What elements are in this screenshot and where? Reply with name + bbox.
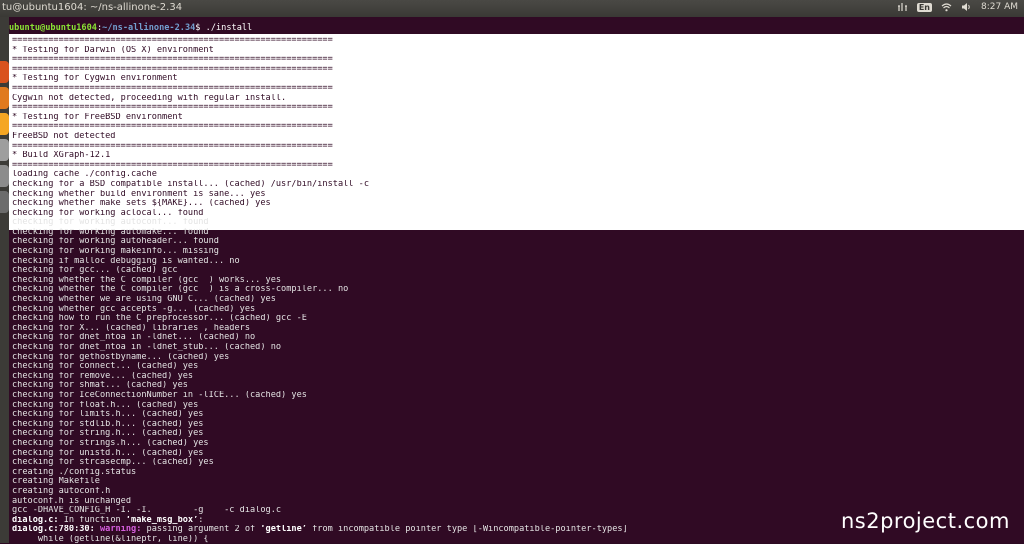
terminal-line: autoconf.h is unchanged: [12, 496, 131, 506]
terminal-line: checking for gcc... (cached) gcc: [12, 266, 178, 276]
terminal-line: * Testing for Darwin (OS X) environment: [12, 45, 214, 55]
terminal-line: checking for float.h... (cached) yes: [12, 400, 199, 410]
terminal-line: checking for a BSD compatible install...…: [12, 179, 369, 189]
terminal-line: checking for strings.h... (cached) yes: [12, 438, 209, 448]
prompt-path: ~/ns-allinone-2.34: [102, 23, 196, 33]
network-icon[interactable]: [897, 2, 908, 12]
warning-location: dialog.c:780:30:: [12, 525, 95, 535]
terminal-line: ========================================…: [12, 122, 333, 132]
terminal-line: * Testing for Cygwin environment: [12, 74, 178, 84]
diag-file: dialog.c:: [12, 515, 59, 525]
terminal-line: checking for X... (cached) libraries , h…: [12, 323, 250, 333]
top-panel: tu@ubuntu1604: ~/ns-allinone-2.34 En 8:2…: [0, 0, 1024, 17]
warning-text: passing argument 2 of: [141, 525, 261, 535]
shell-prompt: ubuntu@ubuntu1604:~/ns-allinone-2.34$ ./…: [9, 22, 252, 34]
terminal-line: ========================================…: [12, 36, 333, 45]
terminal-line: checking for working makeinfo... missing: [12, 247, 219, 257]
terminal-line: ========================================…: [12, 64, 333, 74]
launcher-app-icon[interactable]: [0, 113, 9, 135]
launcher-app-icon[interactable]: [0, 165, 9, 187]
launcher-app-icon[interactable]: [0, 139, 9, 161]
terminal-line: checking for working automake... found: [12, 227, 209, 237]
diag-func: ‘make_msg_box’: [125, 515, 199, 525]
prompt-command: $ ./install: [195, 23, 253, 33]
terminal-line: checking for remove... (cached) yes: [12, 371, 194, 381]
terminal-line: ========================================…: [12, 103, 333, 113]
terminal-line: checking for dnet_ntoa in -ldnet_stub...…: [12, 343, 282, 352]
terminal-line: checking for strcasecmp... (cached) yes: [12, 458, 214, 468]
clock[interactable]: 8:27 AM: [981, 2, 1018, 12]
terminal-line: ========================================…: [12, 141, 333, 151]
terminal-line: ========================================…: [12, 160, 333, 170]
launcher-app-icon[interactable]: [0, 61, 9, 83]
terminal-line: checking if malloc debugging is wanted..…: [12, 256, 240, 266]
system-tray: En 8:27 AM: [897, 2, 1018, 12]
terminal-line: checking whether we are using GNU C... (…: [12, 295, 276, 305]
terminal-line: loading cache ./config.cache: [12, 170, 157, 180]
diag-text: In function: [58, 515, 126, 525]
terminal-line: checking for working autoheader... found: [12, 237, 219, 247]
terminal-line: Cygwin not detected, proceeding with reg…: [12, 93, 287, 103]
terminal-line: checking for IceConnectionNumber in -lIC…: [12, 390, 307, 400]
warning-func: ‘getline’: [260, 525, 307, 535]
terminal-line: checking whether build environment is sa…: [12, 189, 266, 199]
warning-end: from incompatible pointer type [-Wincomp…: [306, 525, 628, 535]
terminal-line: creating Makefile: [12, 477, 100, 487]
diag-end: :: [198, 515, 204, 525]
terminal-line: checking for shmat... (cached) yes: [12, 381, 188, 391]
terminal-line: checking for string.h... (cached) yes: [12, 429, 204, 439]
launcher-sidebar: [0, 17, 9, 543]
terminal-line: checking whether the C compiler (gcc ) w…: [12, 275, 282, 285]
terminal-line: creating autoconf.h: [12, 486, 111, 496]
terminal-line: * Build XGraph-12.1: [12, 151, 111, 161]
prompt-user-host: ubuntu@ubuntu1604: [9, 23, 97, 33]
terminal-output: ========================================…: [12, 36, 1022, 544]
terminal-window[interactable]: ubuntu@ubuntu1604: ~/ns-allinone-2.34$ ./…: [9, 17, 1024, 543]
terminal-line: checking whether make sets ${MAKE}... (c…: [12, 199, 271, 209]
terminal-line: checking for dnet_ntoa in -ldnet... (cac…: [12, 333, 256, 343]
terminal-line: checking how to run the C preprocessor..…: [12, 314, 307, 324]
terminal-line: checking for working aclocal... found: [12, 208, 204, 218]
volume-icon[interactable]: [961, 2, 972, 12]
terminal-line: creating ./config.status: [12, 467, 137, 477]
terminal-line: checking for working autoconf... found: [12, 218, 209, 228]
terminal-line: checking whether gcc accepts -g... (cach…: [12, 304, 256, 314]
terminal-line: ========================================…: [12, 55, 333, 65]
terminal-line: checking whether the C compiler (gcc ) i…: [12, 285, 349, 295]
window-title: tu@ubuntu1604: ~/ns-allinone-2.34: [2, 2, 183, 13]
terminal-line: checking for stdlib.h... (cached) yes: [12, 419, 204, 429]
wifi-icon[interactable]: [941, 2, 952, 12]
keyboard-layout-indicator[interactable]: En: [916, 2, 932, 12]
launcher-app-icon[interactable]: [0, 191, 9, 213]
terminal-line: * Testing for FreeBSD environment: [12, 112, 183, 122]
warning-label: warning:: [94, 525, 142, 535]
watermark: ns2project.com: [840, 509, 1010, 533]
terminal-line: ========================================…: [12, 83, 333, 93]
terminal-line: checking for gethostbyname... (cached) y…: [12, 352, 230, 362]
terminal-line: checking for unistd.h... (cached) yes: [12, 448, 204, 458]
terminal-line: checking for limits.h... (cached) yes: [12, 410, 204, 420]
launcher-app-icon[interactable]: [0, 87, 9, 109]
terminal-line: checking for connect... (cached) yes: [12, 362, 199, 372]
terminal-line: FreeBSD not detected: [12, 131, 116, 141]
